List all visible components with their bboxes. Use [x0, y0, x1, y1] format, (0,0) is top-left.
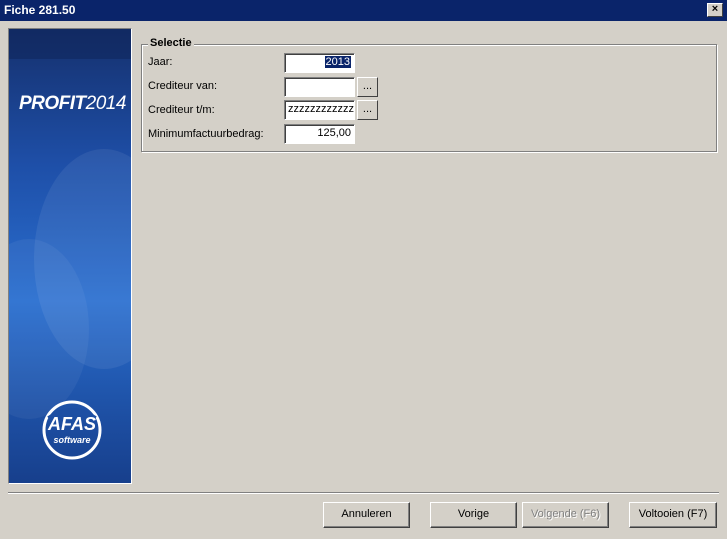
annuleren-button[interactable]: Annuleren	[323, 502, 410, 528]
minimumfactuurbedrag-input[interactable]: 125,00	[284, 124, 355, 144]
selectie-legend: Selectie	[148, 37, 194, 49]
crediteur-tm-input[interactable]: zzzzzzzzzzzz	[284, 100, 355, 120]
title-bar: Fiche 281.50 ×	[0, 0, 727, 21]
crediteur-tm-label: Crediteur t/m:	[148, 104, 215, 116]
jaar-input[interactable]: 2013	[284, 53, 355, 73]
vorige-button[interactable]: Vorige	[430, 502, 517, 528]
crediteur-van-input[interactable]	[284, 77, 355, 97]
close-button[interactable]: ×	[707, 3, 723, 17]
product-prefix: PROFIT	[19, 93, 86, 114]
afas-logo-icon: AFAS software	[37, 399, 107, 461]
jaar-value: 2013	[324, 56, 351, 68]
voltooien-button[interactable]: Voltooien (F7)	[629, 502, 717, 528]
footer-separator	[8, 492, 719, 494]
volgende-button[interactable]: Volgende (F6)	[522, 502, 609, 528]
crediteur-van-label: Crediteur van:	[148, 80, 218, 92]
side-banner: PROFIT2014 AFAS software	[8, 28, 132, 484]
close-icon: ×	[711, 3, 719, 15]
minimumfactuurbedrag-label: Minimumfactuurbedrag:	[148, 128, 264, 140]
product-name: PROFIT2014	[19, 93, 126, 115]
crediteur-tm-browse-button[interactable]: ...	[357, 100, 378, 120]
jaar-label: Jaar:	[148, 56, 173, 68]
product-year: 2014	[85, 93, 127, 114]
window-title: Fiche 281.50	[4, 3, 76, 17]
logo-text: AFAS	[47, 414, 96, 434]
crediteur-van-browse-button[interactable]: ...	[357, 77, 378, 97]
logo-subtext: software	[53, 435, 91, 445]
